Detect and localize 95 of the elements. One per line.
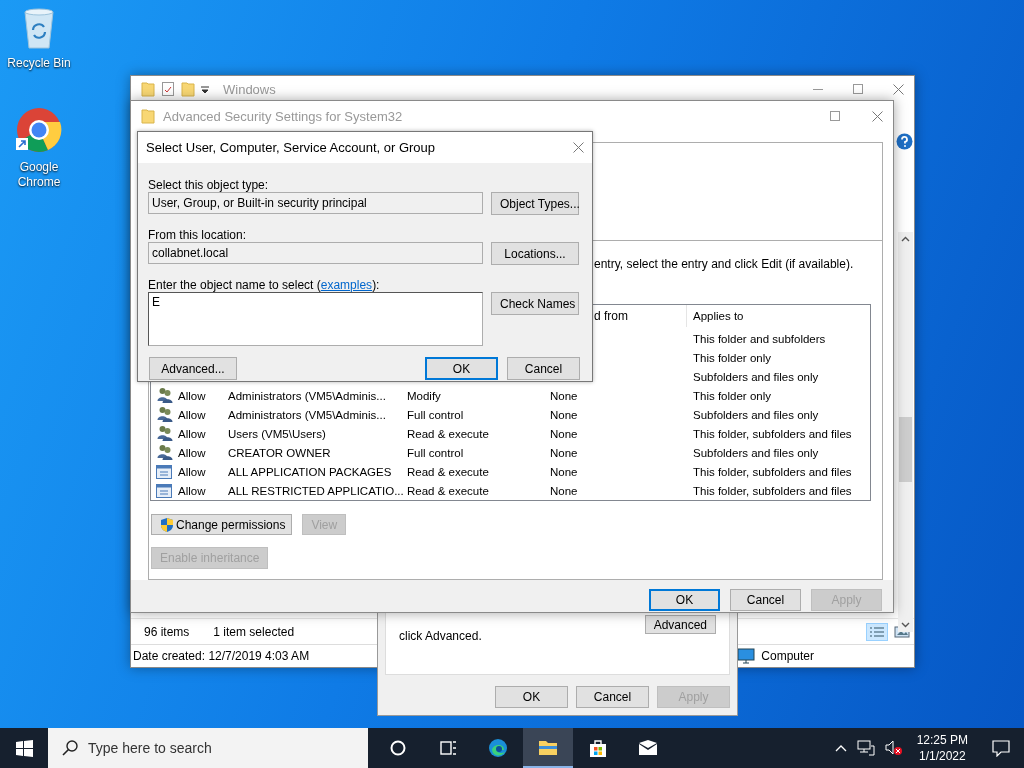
users-icon [156, 426, 173, 441]
table-cell: This folder only [693, 389, 771, 402]
dialog-button[interactable]: Cancel [507, 357, 580, 380]
object-type-field[interactable]: User, Group, or Built-in security principal [148, 192, 483, 214]
table-cell: Administrators (VM5\Adminis... [228, 389, 386, 402]
dialog-button[interactable]: Cancel [730, 589, 801, 611]
table-cell: Allow [178, 408, 206, 421]
chrome-icon [15, 106, 63, 154]
computer-icon [737, 648, 756, 664]
instruction-text: entry, select the entry and click Edit (if available). [594, 257, 854, 271]
table-cell: This folder and subfolders [693, 332, 826, 345]
table-cell: This folder only [693, 351, 771, 364]
search-icon [62, 740, 78, 756]
location-field[interactable]: collabnet.local [148, 242, 483, 264]
notification-icon[interactable] [992, 739, 1010, 757]
clock[interactable]: 12:25 PM 1/1/2022 [916, 732, 968, 764]
advanced-note: click Advanced. [399, 629, 482, 643]
table-cell: Full control [407, 446, 464, 459]
table-cell: Subfolders and files only [693, 408, 819, 421]
maximize-icon[interactable] [830, 111, 840, 121]
table-cell: Read & execute [407, 427, 489, 440]
examples-link[interactable]: examples [320, 278, 373, 292]
change-permissions-button[interactable]: Change permissions [151, 514, 293, 535]
field-label: Select this object type: [148, 178, 269, 192]
object-name-field[interactable]: E [148, 292, 483, 346]
advanced-button[interactable]: Advanced... [149, 357, 237, 380]
new-folder-icon [181, 81, 195, 97]
muted-speaker-icon[interactable] [884, 740, 903, 756]
table-cell: None [550, 389, 578, 402]
dialog-button[interactable]: OK [425, 357, 498, 380]
table-cell: Administrators (VM5\Adminis... [228, 408, 386, 421]
window-title: Windows [223, 81, 276, 97]
table-cell: Full control [407, 408, 464, 421]
location-label: Computer [761, 649, 814, 663]
table-cell: None [550, 427, 578, 440]
close-icon[interactable] [872, 110, 883, 122]
maximize-icon[interactable] [853, 84, 863, 94]
large-icons-view-icon[interactable] [894, 624, 910, 639]
field-label: From this location: [148, 228, 247, 242]
table-cell: Allow [178, 427, 206, 440]
dropdown-icon[interactable] [201, 84, 209, 94]
close-icon[interactable] [573, 142, 584, 153]
table-cell: CREATOR OWNER [228, 446, 331, 459]
windows-logo-icon[interactable] [15, 739, 33, 757]
date-created: Date created: 12/7/2019 4:03 AM [133, 649, 310, 663]
table-cell: Modify [407, 389, 441, 402]
table-cell: Allow [178, 446, 206, 459]
users-icon [156, 388, 173, 403]
table-cell: Allow [178, 389, 206, 402]
field-label: Enter the object name to select (examples): [148, 278, 380, 292]
dialog-title: Select User, Computer, Service Account, or Group [146, 140, 436, 155]
chevron-up-icon[interactable] [834, 744, 847, 752]
dialog-button[interactable]: OK [495, 686, 568, 708]
check-names-button[interactable]: Check Names [491, 292, 579, 315]
properties-icon[interactable] [161, 81, 175, 97]
table-cell: ALL APPLICATION PACKAGES [228, 465, 392, 478]
table-cell: Allow [178, 465, 206, 478]
app-package-icon [156, 463, 173, 480]
users-icon [156, 445, 173, 460]
folder-icon [141, 108, 155, 124]
object-types-button[interactable]: Object Types... [491, 192, 579, 215]
search-field[interactable]: Type here to search [48, 728, 368, 768]
table-cell: This folder, subfolders and files [693, 484, 852, 497]
folder-icon [141, 81, 155, 97]
network-icon[interactable] [856, 740, 875, 756]
column-header[interactable]: Applies to [686, 305, 870, 327]
table-cell: Read & execute [407, 484, 489, 497]
app-package-icon [156, 482, 173, 499]
table-cell: None [550, 465, 578, 478]
dialog-button[interactable]: Cancel [576, 686, 649, 708]
scroll-thumb[interactable] [899, 417, 912, 482]
help-icon[interactable] [896, 133, 913, 150]
folder-icon[interactable] [523, 728, 573, 768]
table-cell: None [550, 484, 578, 497]
details-view-icon[interactable] [866, 622, 888, 641]
table-cell: Allow [178, 484, 206, 497]
window-title: Advanced Security Settings for System32 [163, 108, 403, 124]
item-count: 96 items [144, 624, 190, 639]
dialog-button[interactable]: OK [649, 589, 720, 611]
table-cell: Read & execute [407, 465, 489, 478]
table-cell: Users (VM5\Users) [228, 427, 326, 440]
table-cell: Subfolders and files only [693, 370, 819, 383]
selection-count: 1 item selected [213, 624, 295, 639]
table-cell: This folder, subfolders and files [693, 465, 852, 478]
close-icon[interactable] [893, 83, 904, 95]
table-cell: None [550, 408, 578, 421]
table-cell: None [550, 446, 578, 459]
table-cell: ALL RESTRICTED APPLICATIO... [228, 484, 404, 497]
table-cell: This folder, subfolders and files [693, 427, 852, 440]
table-cell: Subfolders and files only [693, 446, 819, 459]
locations-button[interactable]: Locations... [491, 242, 579, 265]
scrollbar[interactable] [898, 232, 913, 632]
shield-icon [160, 516, 174, 533]
advanced-button[interactable]: Advanced [644, 615, 716, 634]
users-icon [156, 407, 173, 422]
